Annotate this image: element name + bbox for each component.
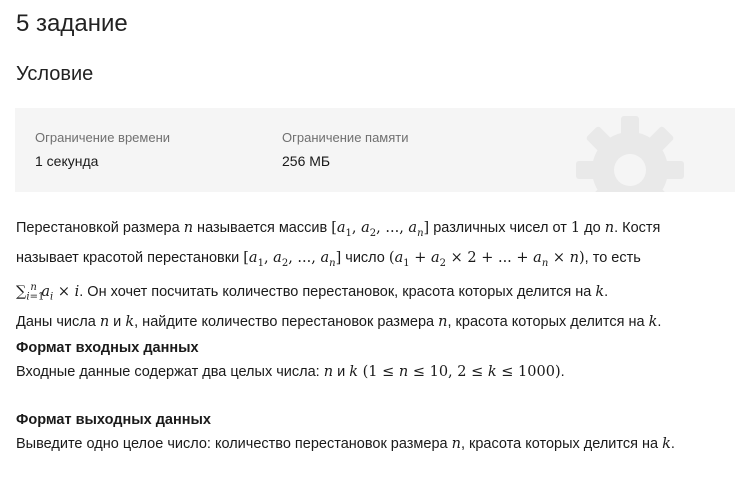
limits-panel: Ограничение времени 1 секунда Ограничени… — [15, 108, 735, 192]
memory-limit-label: Ограничение памяти — [282, 130, 409, 145]
gear-icon — [576, 116, 684, 192]
output-format-text: Выведите одно целое число: количество пе… — [16, 436, 675, 452]
time-limit-label: Ограничение времени — [35, 130, 171, 145]
memory-limit: Ограничение памяти 256 МБ — [282, 130, 409, 170]
problem-page: 5 задание Условие Ограничение времени 1 … — [0, 0, 743, 487]
condition-title: Условие — [16, 63, 94, 85]
statement-line: ∑i=1n ai × i. Он хочет посчитать количес… — [16, 281, 609, 303]
statement-line: Даны числа n и k, найдите количество пер… — [16, 313, 662, 330]
problem-statement: Перестановкой размера n называется масси… — [16, 216, 716, 334]
task-title: 5 задание — [16, 10, 128, 37]
time-limit: Ограничение времени 1 секунда — [35, 130, 170, 170]
statement-line: называет красотой перестановки [a1, a2, … — [16, 249, 641, 269]
time-limit-value: 1 секунда — [35, 153, 99, 169]
statement-line: Перестановкой размера n называется масси… — [16, 220, 661, 239]
output-format-title: Формат выходных данных — [16, 412, 211, 428]
memory-limit-value: 256 МБ — [282, 153, 331, 169]
input-format-text: Входные данные содержат два целых числа:… — [16, 364, 565, 380]
input-format-title: Формат входных данных — [16, 340, 199, 356]
